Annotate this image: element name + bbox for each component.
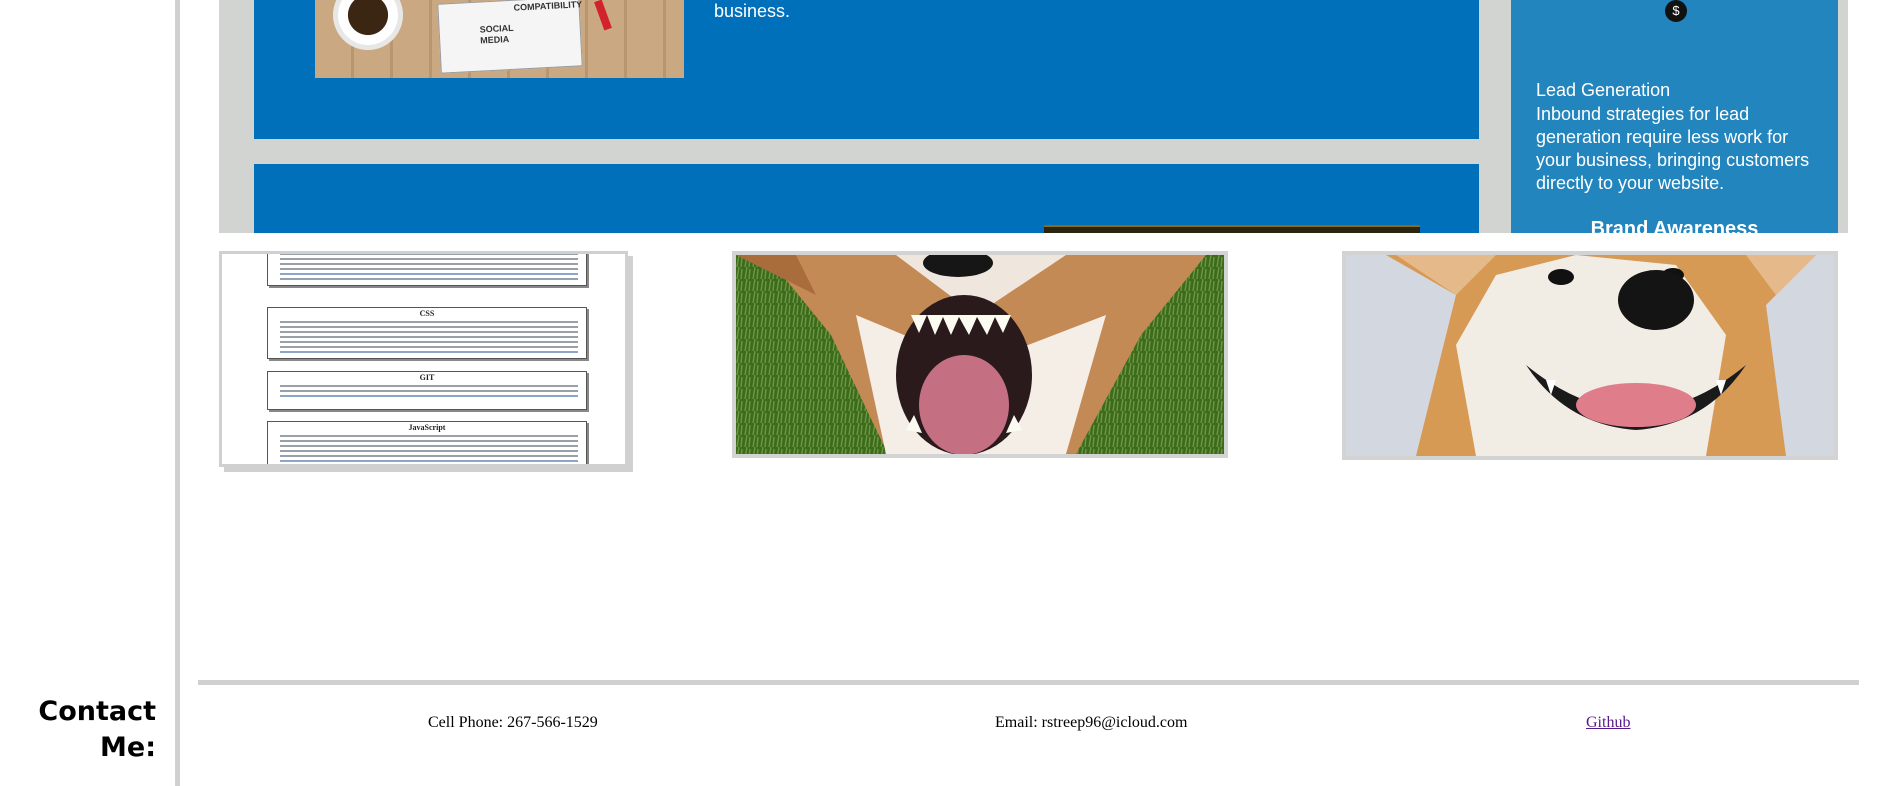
smiling-corgi-icon — [1346, 255, 1834, 456]
resume-section-heading: CSS — [419, 309, 435, 318]
project-smiling-corgi-thumbnail[interactable] — [1342, 251, 1838, 460]
email-text: Email: rstreep96@icloud.com — [995, 714, 1188, 731]
resume-section-box: GIT — [267, 371, 587, 410]
lead-generation-title: Lead Generation — [1536, 80, 1671, 100]
cell-phone-text: Cell Phone: 267-566-1529 — [428, 714, 598, 731]
project-resume-thumbnail[interactable]: CSS GIT JavaScript — [219, 251, 628, 467]
contact-heading: Contact Me: — [38, 696, 156, 763]
dollar-icon: $ — [1665, 0, 1687, 22]
angry-corgi-icon — [736, 255, 1224, 454]
marketing-card-text: business. — [714, 1, 791, 21]
footer-divider — [198, 680, 1859, 685]
pen-icon — [594, 0, 612, 31]
marketing-card-image — [1044, 225, 1420, 233]
marketing-card-top: COMPATIBILITY SOCIAL MEDIA business. — [254, 0, 1479, 139]
resume-section-box: JavaScript — [267, 421, 587, 464]
notebook-word: SOCIAL — [479, 22, 514, 35]
notebook-word: COMPATIBILITY — [513, 0, 583, 13]
sidebar-divider — [175, 0, 180, 786]
resume-section-box — [267, 254, 587, 286]
coffee-cup-icon — [333, 0, 403, 50]
resume-section-heading: GIT — [419, 373, 435, 382]
github-link[interactable]: Github — [1586, 714, 1630, 732]
notebook-word: MEDIA — [479, 34, 510, 46]
resume-section-heading: JavaScript — [408, 423, 446, 432]
project-marketing-site-thumbnail[interactable]: COMPATIBILITY SOCIAL MEDIA business. $ L… — [219, 0, 1848, 233]
resume-section-box: CSS — [267, 307, 587, 359]
brand-awareness-title: Brand Awareness — [1590, 218, 1759, 233]
project-angry-corgi-thumbnail[interactable] — [732, 251, 1228, 458]
marketing-card-bottom — [254, 164, 1479, 233]
coffee-notebook-photo: COMPATIBILITY SOCIAL MEDIA — [315, 0, 684, 78]
marketing-side-panel: $ Lead Generation Inbound strategies for… — [1511, 0, 1838, 233]
notebook-icon: COMPATIBILITY SOCIAL MEDIA — [437, 0, 583, 74]
lead-generation-body: Inbound strategies for lead generation r… — [1536, 104, 1810, 193]
